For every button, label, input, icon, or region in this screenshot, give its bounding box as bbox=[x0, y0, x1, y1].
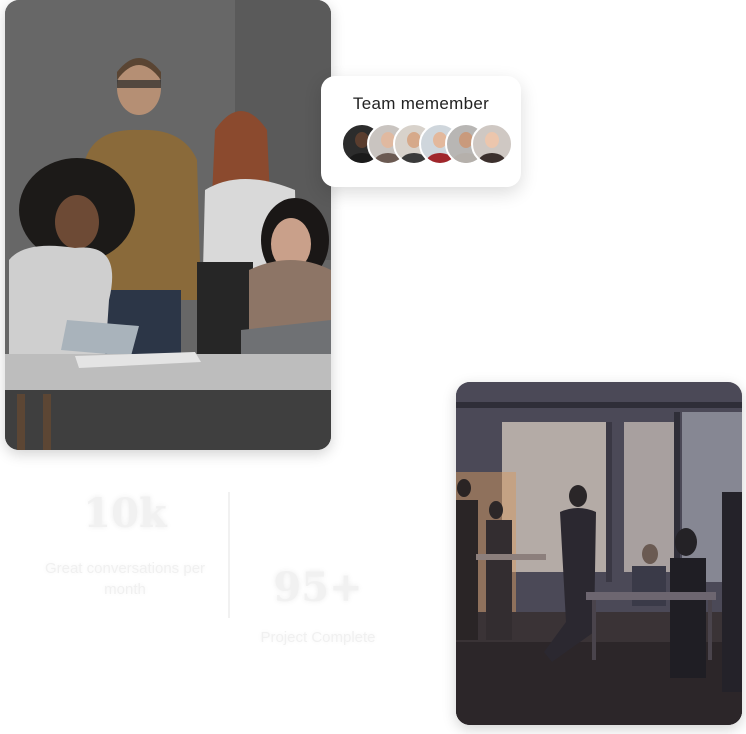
team-photo bbox=[5, 0, 331, 450]
stat-conversations-label: Great conversations per month bbox=[44, 560, 206, 598]
team-card-title: Team memember bbox=[352, 94, 490, 113]
avatar-group bbox=[341, 123, 513, 165]
team-member-card: Team memember bbox=[321, 76, 521, 187]
stat-projects-label: Project Complete bbox=[260, 629, 376, 646]
stat-conversations-value: 10k bbox=[83, 490, 167, 537]
office-photo bbox=[456, 382, 742, 725]
stat-projects-value: 95+ bbox=[273, 564, 363, 611]
stat-divider bbox=[228, 492, 230, 618]
office-photo-illustration bbox=[456, 382, 742, 725]
avatar-shoulders bbox=[478, 153, 506, 163]
avatar-6 bbox=[471, 123, 513, 165]
team-photo-illustration bbox=[5, 0, 331, 450]
avatar-face bbox=[485, 132, 499, 148]
